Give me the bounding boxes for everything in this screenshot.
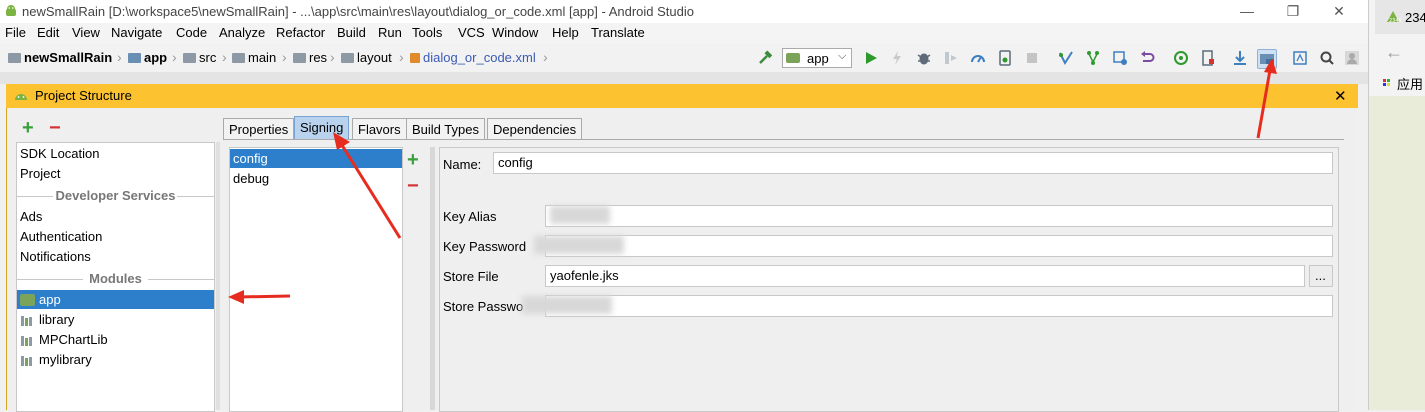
annotation-arrows (228, 58, 1277, 304)
arrow-to-signing-tab (333, 132, 402, 239)
arrow-to-project-structure-button (1256, 58, 1277, 139)
arrow-to-app-module (228, 290, 291, 304)
